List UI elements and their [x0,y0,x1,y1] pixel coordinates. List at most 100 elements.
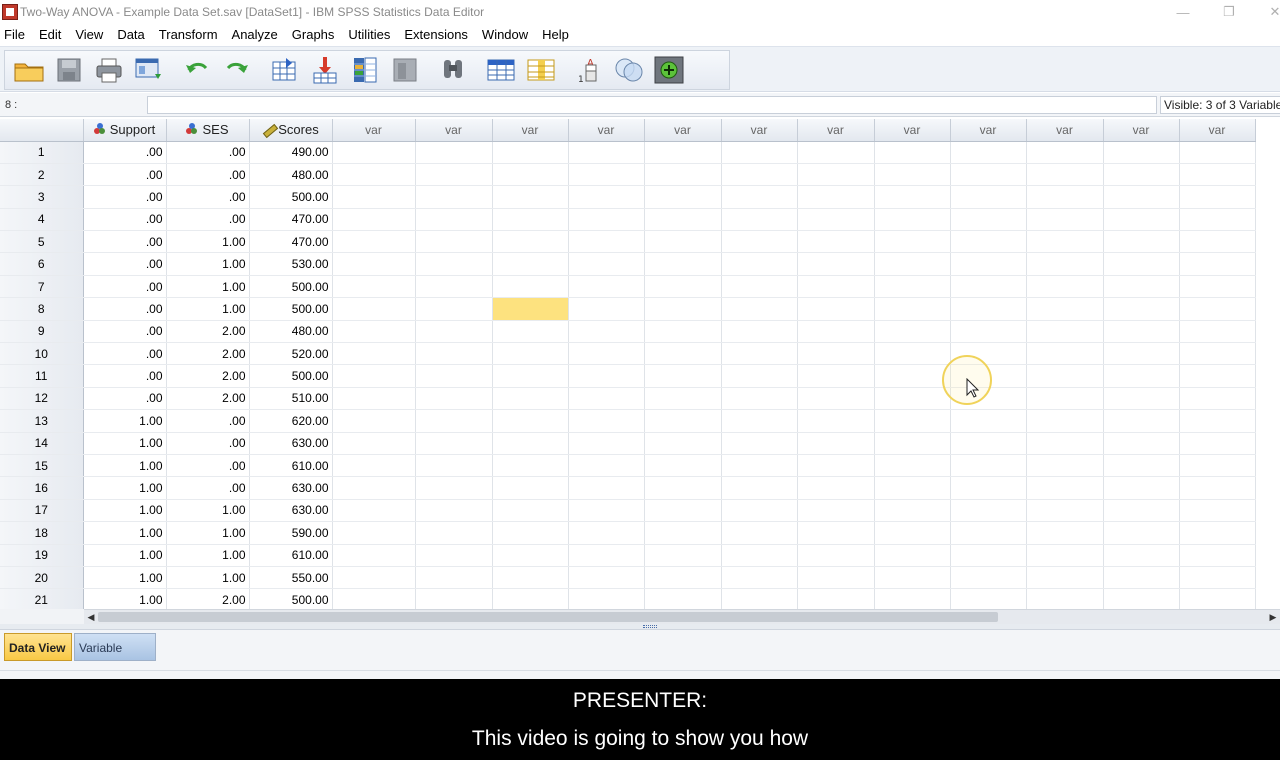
empty-cell[interactable] [950,185,1027,209]
empty-cell[interactable] [1103,163,1180,187]
empty-cell[interactable] [797,521,875,545]
scroll-left-icon[interactable]: ◀ [84,610,98,624]
empty-cell[interactable] [1026,342,1104,366]
empty-cell[interactable] [874,476,951,500]
cell-scores[interactable]: 480.00 [249,320,333,344]
empty-cell[interactable] [644,454,722,478]
empty-cell[interactable] [1026,588,1104,609]
empty-cell[interactable] [1103,141,1180,164]
empty-cell[interactable] [721,163,798,187]
empty-cell[interactable] [950,320,1027,344]
empty-cell[interactable] [415,275,493,299]
empty-cell[interactable] [1179,185,1256,209]
empty-cell[interactable] [492,320,569,344]
empty-cell[interactable] [721,499,798,523]
empty-cell[interactable] [644,320,722,344]
divider-grip-icon[interactable] [643,625,657,628]
empty-cell[interactable] [797,275,875,299]
empty-cell[interactable] [950,432,1027,455]
row-number[interactable]: 3 [0,185,84,209]
empty-cell[interactable] [797,588,875,609]
cell-ses[interactable]: .00 [166,454,250,478]
cell-support[interactable]: 1.00 [83,499,167,523]
empty-cell[interactable] [644,141,722,164]
menu-edit[interactable]: Edit [34,24,70,46]
empty-cell[interactable] [644,432,722,455]
empty-cell[interactable] [492,230,569,254]
open-folder-icon[interactable] [11,53,47,87]
empty-cell[interactable] [874,566,951,590]
empty-cell[interactable] [1179,320,1256,344]
cell-support[interactable]: 1.00 [83,432,167,455]
empty-cell[interactable] [492,566,569,590]
column-header-var[interactable]: var [950,119,1027,142]
empty-cell[interactable] [1026,163,1104,187]
empty-cell[interactable] [568,297,645,321]
empty-cell[interactable] [950,230,1027,254]
empty-cell[interactable] [568,208,645,232]
empty-cell[interactable] [1026,275,1104,299]
tab-variable-view[interactable]: Variable View [74,633,156,683]
row-number[interactable]: 10 [0,342,84,366]
cell-scores[interactable]: 630.00 [249,499,333,523]
empty-cell[interactable] [415,409,493,433]
tab-data-view[interactable]: Data View [4,633,72,661]
empty-cell[interactable] [568,544,645,567]
cell-support[interactable]: .00 [83,275,167,299]
empty-cell[interactable] [644,185,722,209]
empty-cell[interactable] [332,432,416,455]
empty-cell[interactable] [1179,252,1256,276]
empty-cell[interactable] [1103,387,1180,411]
cell-ses[interactable]: 1.00 [166,275,250,299]
column-header-var[interactable]: var [644,119,722,142]
column-header-var[interactable]: var [1179,119,1256,142]
empty-cell[interactable] [950,499,1027,523]
empty-cell[interactable] [950,252,1027,276]
empty-cell[interactable] [1103,185,1180,209]
cell-ses[interactable]: 1.00 [166,499,250,523]
use-sets-icon[interactable] [651,53,687,87]
empty-cell[interactable] [1103,544,1180,567]
empty-cell[interactable] [415,297,493,321]
empty-cell[interactable] [950,476,1027,500]
empty-cell[interactable] [1179,521,1256,545]
cell-support[interactable]: .00 [83,163,167,187]
cell-ses[interactable]: .00 [166,432,250,455]
cell-scores[interactable]: 510.00 [249,387,333,411]
empty-cell[interactable] [1026,252,1104,276]
empty-cell[interactable] [874,297,951,321]
row-number[interactable]: 19 [0,544,84,567]
empty-cell[interactable] [644,275,722,299]
empty-cell[interactable] [492,141,569,164]
empty-cell[interactable] [721,521,798,545]
column-header-var[interactable]: var [415,119,493,142]
scroll-right-icon[interactable]: ▶ [1266,610,1280,624]
empty-cell[interactable] [568,252,645,276]
empty-cell[interactable] [568,499,645,523]
empty-cell[interactable] [332,185,416,209]
empty-cell[interactable] [415,544,493,567]
empty-cell[interactable] [797,185,875,209]
menu-file[interactable]: File [0,24,34,46]
empty-cell[interactable] [568,320,645,344]
row-number[interactable]: 2 [0,163,84,187]
empty-cell[interactable] [1103,499,1180,523]
empty-cell[interactable] [492,409,569,433]
empty-cell[interactable] [1026,141,1104,164]
empty-cell[interactable] [950,275,1027,299]
empty-cell[interactable] [721,454,798,478]
cell-ses[interactable]: 1.00 [166,297,250,321]
empty-cell[interactable] [492,454,569,478]
empty-cell[interactable] [1103,566,1180,590]
empty-cell[interactable] [950,588,1027,609]
empty-cell[interactable] [1179,342,1256,366]
cell-scores[interactable]: 630.00 [249,432,333,455]
empty-cell[interactable] [568,141,645,164]
menu-graphs[interactable]: Graphs [287,24,344,46]
empty-cell[interactable] [1026,454,1104,478]
empty-cell[interactable] [415,387,493,411]
empty-cell[interactable] [492,342,569,366]
empty-cell[interactable] [492,521,569,545]
cell-support[interactable]: .00 [83,141,167,164]
cell-support[interactable]: .00 [83,252,167,276]
